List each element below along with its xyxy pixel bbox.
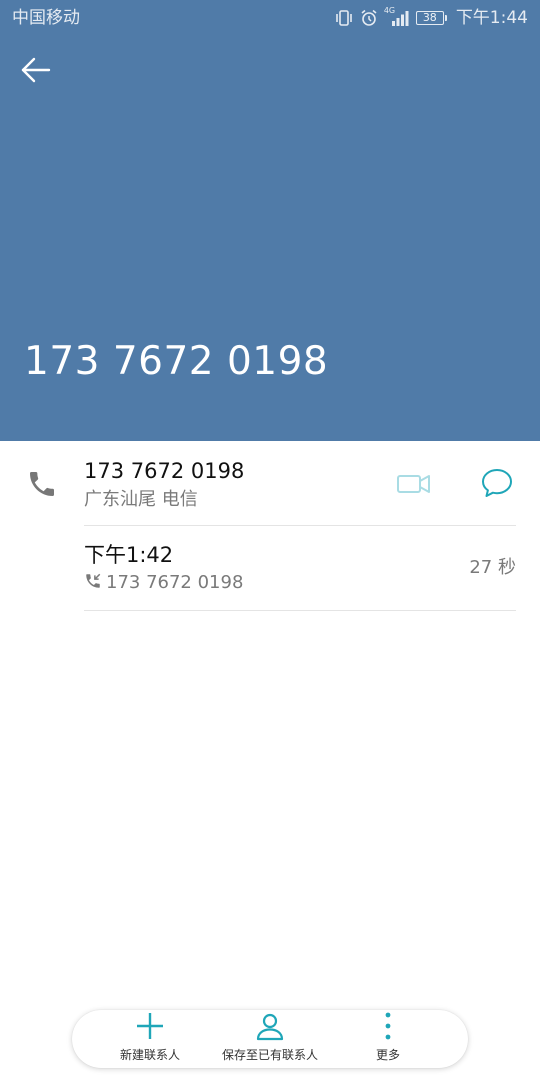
header-phone-number: 173 7672 0198: [24, 339, 329, 384]
signal-icon: 4G: [383, 6, 410, 27]
bottom-action-bar: 新建联系人 保存至已有联系人 更多: [72, 1010, 468, 1068]
more-vertical-icon: [383, 1011, 393, 1045]
number-location: 广东汕尾 电信: [84, 489, 198, 510]
phone-icon: [26, 468, 58, 500]
video-call-icon: [396, 475, 432, 502]
status-bar: 中国移动 4G 38 下午1:44: [0, 0, 540, 36]
contact-header: 中国移动 4G 38 下午1:44 173 7672 0198: [0, 0, 540, 441]
call-log-number: 173 7672 0198: [106, 572, 244, 593]
message-icon: [480, 469, 514, 504]
new-contact-button[interactable]: 新建联系人: [110, 1010, 190, 1068]
vibrate-icon: [334, 9, 354, 27]
video-call-button[interactable]: [396, 470, 432, 498]
network-type: 4G: [383, 6, 396, 15]
detail-phone-number: 173 7672 0198: [84, 459, 245, 483]
call-sub-line: 173 7672 0198: [84, 571, 243, 595]
carrier-name: 中国移动: [12, 8, 80, 28]
more-button[interactable]: 更多: [356, 1010, 420, 1068]
save-to-existing-contact-button[interactable]: 保存至已有联系人: [210, 1010, 330, 1068]
status-time: 下午1:44: [455, 8, 528, 28]
message-button[interactable]: [480, 466, 514, 500]
more-label: 更多: [375, 1048, 400, 1062]
battery-icon: 38: [415, 11, 447, 25]
call-duration: 27 秒: [469, 557, 516, 578]
back-button[interactable]: [14, 52, 58, 92]
alarm-icon: [360, 9, 378, 27]
new-contact-label: 新建联系人: [119, 1048, 180, 1062]
arrow-left-icon: [21, 57, 51, 87]
person-icon: [255, 1011, 285, 1045]
call-log-row[interactable]: 下午1:42 173 7672 0198 27 秒: [84, 527, 516, 611]
status-icons: 4G 38 下午1:44: [334, 6, 528, 30]
save-to-existing-contact-label: 保存至已有联系人: [221, 1048, 318, 1062]
plus-icon: [135, 1011, 165, 1045]
call-time: 下午1:42: [84, 543, 174, 567]
number-detail-row[interactable]: 173 7672 0198 广东汕尾 电信: [84, 450, 516, 526]
incoming-call-icon: [84, 572, 102, 594]
